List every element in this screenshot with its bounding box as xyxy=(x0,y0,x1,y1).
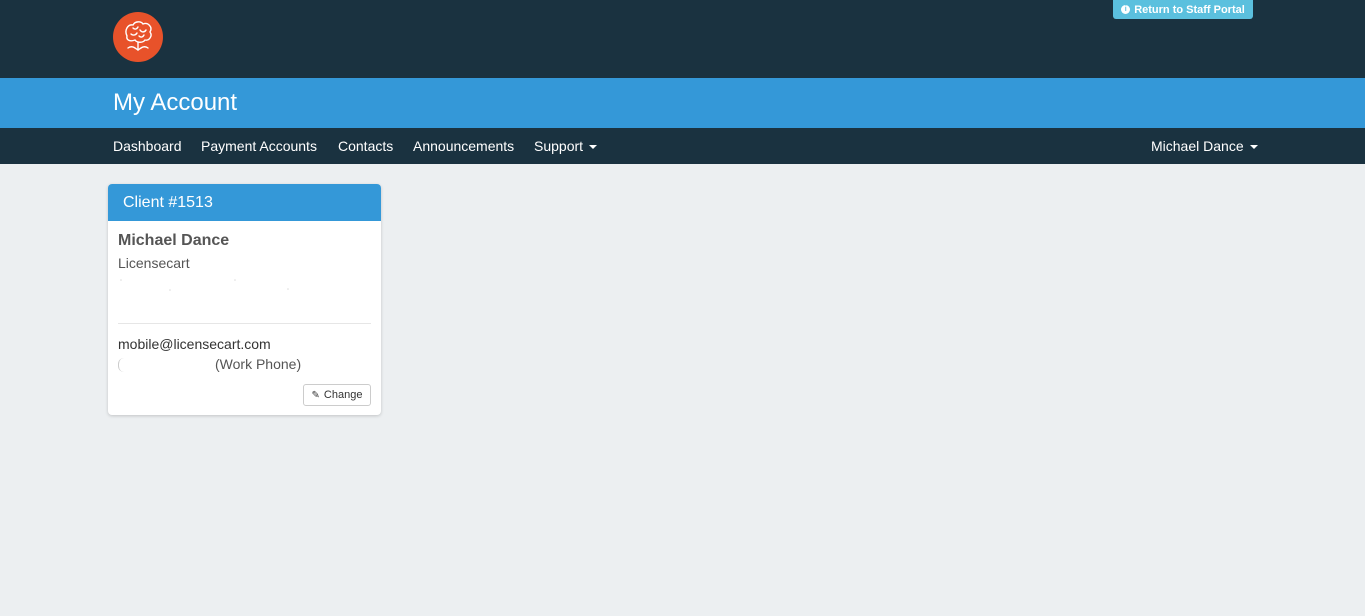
return-to-staff-portal-button[interactable]: i Return to Staff Portal xyxy=(1113,0,1253,19)
client-email: mobile@licensecart.com xyxy=(118,336,271,352)
info-icon: i xyxy=(1121,5,1131,14)
brain-logo-icon[interactable] xyxy=(113,12,163,62)
redacted-address xyxy=(120,279,289,291)
title-bar: My Account xyxy=(0,78,1365,128)
nav-dashboard[interactable]: Dashboard xyxy=(113,128,182,164)
top-header: i Return to Staff Portal xyxy=(0,0,1365,78)
caret-down-icon xyxy=(589,145,598,150)
client-name: Michael Dance xyxy=(118,232,230,249)
user-menu-label: Michael Dance xyxy=(1151,138,1244,154)
staff-portal-label: Return to Staff Portal xyxy=(1134,3,1245,16)
divider xyxy=(118,323,371,324)
client-company: Licensecart xyxy=(118,255,190,271)
phone-type-label: (Work Phone) xyxy=(215,356,302,372)
redacted-phone-number xyxy=(118,358,211,373)
caret-down-icon xyxy=(1249,145,1258,150)
nav-payment-accounts[interactable]: Payment Accounts xyxy=(201,128,317,164)
change-label: Change xyxy=(323,389,363,401)
client-phone: (Work Phone) xyxy=(118,356,302,373)
page-title: My Account xyxy=(113,89,238,116)
nav-contacts[interactable]: Contacts xyxy=(338,128,393,164)
client-card-header: Client #1513 xyxy=(108,184,381,221)
nav-announcements[interactable]: Announcements xyxy=(413,128,514,164)
nav-support-dropdown[interactable]: Support xyxy=(534,128,598,164)
pencil-icon: ✎ xyxy=(311,389,320,401)
main-navbar: Dashboard Payment Accounts Contacts Anno… xyxy=(0,128,1365,164)
nav-support-label: Support xyxy=(534,138,584,154)
user-menu-dropdown[interactable]: Michael Dance xyxy=(1151,128,1258,164)
change-button[interactable]: ✎ Change xyxy=(303,384,371,406)
client-card: Client #1513 Michael Dance Licensecart m… xyxy=(108,184,381,415)
